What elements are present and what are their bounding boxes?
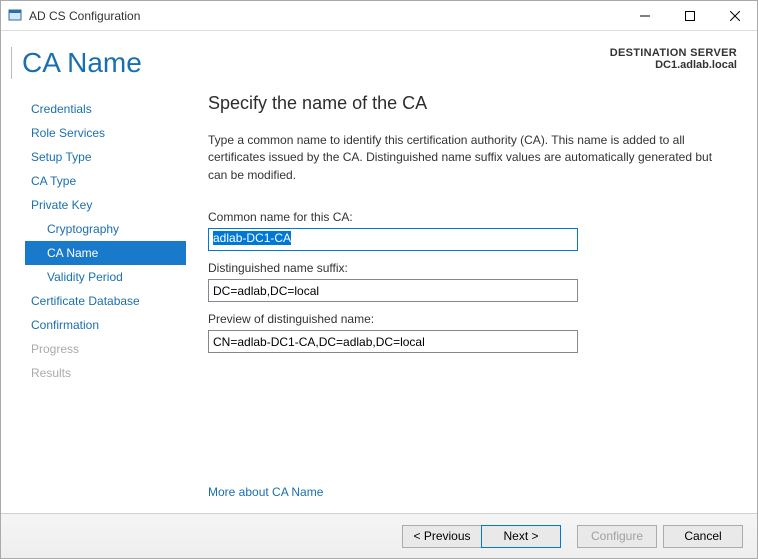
preview-label: Preview of distinguished name: [208,312,727,326]
maximize-button[interactable] [667,1,712,30]
window-title: AD CS Configuration [29,9,622,23]
destination-name: DC1.adlab.local [610,59,737,71]
preview-input [208,330,578,353]
sidebar-item-certificate-database[interactable]: Certificate Database [25,289,186,313]
body: CredentialsRole ServicesSetup TypeCA Typ… [1,85,757,513]
sidebar-item-cryptography[interactable]: Cryptography [25,217,186,241]
dn-suffix-label: Distinguished name suffix: [208,261,727,275]
previous-button[interactable]: < Previous [402,525,482,548]
sidebar-item-ca-name[interactable]: CA Name [25,241,186,265]
cancel-button[interactable]: Cancel [663,525,743,548]
sidebar: CredentialsRole ServicesSetup TypeCA Typ… [1,85,186,513]
close-button[interactable] [712,1,757,30]
common-name-input[interactable]: adlab-DC1-CA [208,228,578,251]
configure-button: Configure [577,525,657,548]
titlebar: AD CS Configuration [1,1,757,31]
next-button[interactable]: Next > [481,525,561,548]
common-name-label: Common name for this CA: [208,210,727,224]
content-heading: Specify the name of the CA [208,93,727,114]
sidebar-item-setup-type[interactable]: Setup Type [25,145,186,169]
minimize-button[interactable] [622,1,667,30]
sidebar-item-progress: Progress [25,337,186,361]
sidebar-item-credentials[interactable]: Credentials [25,97,186,121]
content-description: Type a common name to identify this cert… [208,132,727,184]
content: Specify the name of the CA Type a common… [186,85,757,513]
destination-label: DESTINATION SERVER [610,47,737,59]
sidebar-item-validity-period[interactable]: Validity Period [25,265,186,289]
dn-suffix-input[interactable] [208,279,578,302]
destination-info: DESTINATION SERVER DC1.adlab.local [610,47,737,79]
sidebar-item-role-services[interactable]: Role Services [25,121,186,145]
button-bar: < Previous Next > Configure Cancel [1,513,757,558]
sidebar-item-private-key[interactable]: Private Key [25,193,186,217]
more-about-link[interactable]: More about CA Name [208,485,727,499]
sidebar-item-confirmation[interactable]: Confirmation [25,313,186,337]
page-title: CA Name [11,47,142,79]
sidebar-item-ca-type[interactable]: CA Type [25,169,186,193]
sidebar-item-results: Results [25,361,186,385]
app-icon [7,8,23,24]
wizard-window: AD CS Configuration CA Name DESTINATION … [0,0,758,559]
header: CA Name DESTINATION SERVER DC1.adlab.loc… [1,31,757,85]
